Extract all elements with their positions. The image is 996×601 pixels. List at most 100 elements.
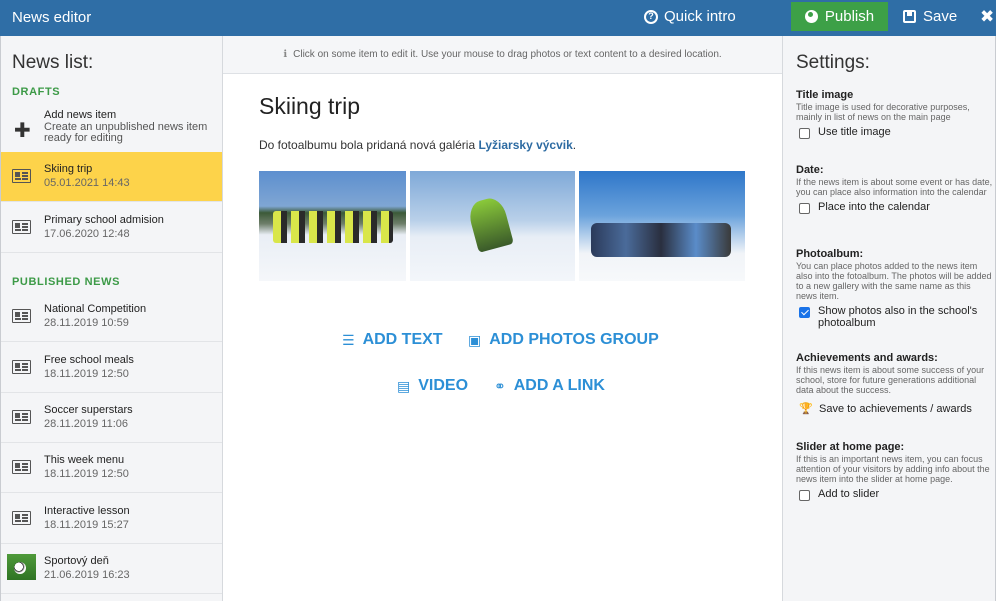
add-photos-group-button[interactable]: ▣ ADD PHOTOS GROUP bbox=[468, 331, 659, 349]
checkbox-icon bbox=[799, 203, 810, 214]
news-item-title: Free school meals bbox=[44, 354, 134, 366]
top-bar: News editor ? Quick intro Publish Save ✖ bbox=[0, 0, 996, 36]
newspaper-icon bbox=[12, 309, 31, 323]
save-to-achievements-button[interactable]: 🏆 Save to achievements / awards bbox=[799, 403, 994, 415]
news-body-text[interactable]: Do fotoalbumu bola pridaná nová galéria … bbox=[259, 138, 576, 152]
draft-item-skiing-trip[interactable]: Skiing trip 05.01.2021 14:43 bbox=[1, 152, 222, 202]
checkbox-checked-icon bbox=[799, 307, 810, 318]
news-item-title: Interactive lesson bbox=[44, 505, 130, 517]
date-description: If the news item is about some event or … bbox=[796, 177, 993, 197]
add-news-title: Add news item bbox=[44, 109, 117, 121]
news-body-prefix: Do fotoalbumu bola pridaná nová galéria bbox=[259, 138, 479, 152]
news-item-title: This week menu bbox=[44, 454, 125, 466]
floppy-disk-icon bbox=[903, 10, 916, 23]
add-to-slider-label: Add to slider bbox=[818, 488, 880, 500]
photoalbum-setting: Photoalbum: You can place photos added t… bbox=[796, 248, 994, 329]
close-icon[interactable]: ✖ bbox=[980, 7, 994, 27]
title-image-description: Title image is used for decorative purpo… bbox=[796, 102, 970, 122]
place-into-calendar-checkbox[interactable]: Place into the calendar bbox=[799, 201, 994, 214]
quick-intro-label: Quick intro bbox=[664, 8, 736, 25]
news-item-title: Primary school admision bbox=[44, 214, 164, 226]
slider-setting: Slider at home page: If this is an impor… bbox=[796, 441, 994, 501]
news-list-title: News list: bbox=[12, 52, 94, 73]
add-photos-group-label: ADD PHOTOS GROUP bbox=[489, 331, 659, 348]
photo-snowboarder[interactable] bbox=[410, 171, 575, 281]
quick-intro-button[interactable]: ? Quick intro bbox=[644, 8, 736, 25]
globe-icon bbox=[804, 10, 818, 23]
news-item-date: 21.06.2019 16:23 bbox=[44, 569, 130, 581]
use-title-image-checkbox[interactable]: Use title image bbox=[799, 126, 994, 139]
title-image-label: Title image bbox=[796, 89, 854, 101]
photoalbum-description: You can place photos added to the news i… bbox=[796, 261, 992, 301]
news-item-title: Sportový deň bbox=[44, 555, 109, 567]
published-item-this-week-menu[interactable]: This week menu 18.11.2019 12:50 bbox=[1, 443, 222, 493]
add-link-label: ADD A LINK bbox=[513, 377, 605, 394]
news-body-suffix: . bbox=[572, 138, 577, 152]
video-label: VIDEO bbox=[418, 377, 469, 394]
news-item-date: 18.11.2019 12:50 bbox=[44, 368, 129, 380]
use-title-image-label: Use title image bbox=[818, 126, 891, 138]
question-circle-icon: ? bbox=[644, 9, 658, 24]
add-news-description: Create an unpublished news item ready fo… bbox=[44, 121, 208, 144]
editing-hint-text: Click on some item to edit it. Use your … bbox=[293, 49, 722, 60]
image-icon: ▣ bbox=[468, 331, 482, 348]
place-into-calendar-label: Place into the calendar bbox=[818, 201, 930, 213]
checkbox-icon bbox=[799, 490, 810, 501]
show-in-photoalbum-checkbox[interactable]: Show photos also in the school's photoal… bbox=[799, 305, 994, 329]
news-item-date: 28.11.2019 11:06 bbox=[44, 418, 129, 430]
add-news-item-button[interactable]: ✚ Add news item Create an unpublished ne… bbox=[1, 104, 222, 152]
save-button[interactable]: Save bbox=[903, 8, 957, 25]
photo-group-snow[interactable] bbox=[579, 171, 745, 281]
news-item-date: 17.06.2020 12:48 bbox=[44, 228, 130, 240]
drafts-section-label: DRAFTS bbox=[12, 86, 61, 98]
news-list-sidebar: News list: DRAFTS ✚ Add news item Create… bbox=[0, 36, 223, 601]
achievements-setting: Achievements and awards: If this news it… bbox=[796, 352, 994, 415]
add-link-button[interactable]: ⚭ ADD A LINK bbox=[494, 377, 605, 395]
newspaper-icon bbox=[12, 220, 31, 234]
publish-button[interactable]: Publish bbox=[791, 2, 888, 31]
save-label: Save bbox=[923, 8, 958, 25]
published-item-sportovy-den[interactable]: Sportový deň 21.06.2019 16:23 bbox=[1, 544, 222, 594]
draft-item-primary-school-admision[interactable]: Primary school admision 17.06.2020 12:48 bbox=[1, 203, 222, 253]
add-to-slider-checkbox[interactable]: Add to slider bbox=[799, 488, 994, 501]
newspaper-icon bbox=[12, 460, 31, 474]
add-text-label: ADD TEXT bbox=[362, 331, 443, 348]
slider-label: Slider at home page: bbox=[796, 441, 905, 453]
photoalbum-label: Photoalbum: bbox=[796, 248, 864, 260]
newspaper-icon bbox=[12, 169, 31, 183]
plus-icon: ✚ bbox=[14, 120, 31, 142]
checkbox-icon bbox=[799, 128, 810, 139]
news-editor-area: ℹ Click on some item to edit it. Use you… bbox=[223, 36, 782, 601]
app-title: News editor bbox=[12, 9, 92, 26]
save-to-achievements-label: Save to achievements / awards bbox=[819, 403, 972, 415]
video-button[interactable]: ▤ VIDEO bbox=[397, 377, 468, 395]
add-text-button[interactable]: ☰ ADD TEXT bbox=[342, 331, 443, 349]
date-label: Date: bbox=[796, 164, 824, 176]
published-item-interactive-lesson[interactable]: Interactive lesson 18.11.2019 15:27 bbox=[1, 494, 222, 544]
newspaper-icon bbox=[12, 511, 31, 525]
photo-group-skiers[interactable] bbox=[259, 171, 406, 281]
published-item-national-competition[interactable]: National Competition 28.11.2019 10:59 bbox=[1, 292, 222, 342]
news-item-date: 28.11.2019 10:59 bbox=[44, 317, 129, 329]
published-item-soccer-superstars[interactable]: Soccer superstars 28.11.2019 11:06 bbox=[1, 393, 222, 443]
news-title-heading[interactable]: Skiing trip bbox=[259, 93, 360, 120]
news-item-date: 18.11.2019 15:27 bbox=[44, 519, 129, 531]
publish-label: Publish bbox=[824, 8, 875, 25]
gallery-link[interactable]: Lyžiarsky výcvik bbox=[478, 138, 572, 152]
news-item-title: National Competition bbox=[44, 303, 147, 315]
date-setting: Date: If the news item is about some eve… bbox=[796, 164, 994, 214]
link-icon: ⚭ bbox=[494, 377, 506, 394]
film-icon: ▤ bbox=[397, 377, 411, 394]
news-item-date: 05.01.2021 14:43 bbox=[44, 177, 130, 189]
news-item-title: Soccer superstars bbox=[44, 404, 133, 416]
slider-description: If this is an important news item, you c… bbox=[796, 454, 990, 484]
settings-panel: Settings: Title image Title image is use… bbox=[782, 36, 996, 601]
newspaper-icon bbox=[12, 360, 31, 374]
title-image-setting: Title image Title image is used for deco… bbox=[796, 89, 994, 139]
published-section-label: PUBLISHED NEWS bbox=[12, 276, 121, 288]
editing-hint-bar: ℹ Click on some item to edit it. Use you… bbox=[223, 36, 782, 74]
achievements-description: If this news item is about some success … bbox=[796, 365, 985, 395]
info-icon: ℹ bbox=[283, 49, 288, 60]
published-item-free-school-meals[interactable]: Free school meals 18.11.2019 12:50 bbox=[1, 343, 222, 393]
trophy-icon: 🏆 bbox=[799, 403, 813, 415]
